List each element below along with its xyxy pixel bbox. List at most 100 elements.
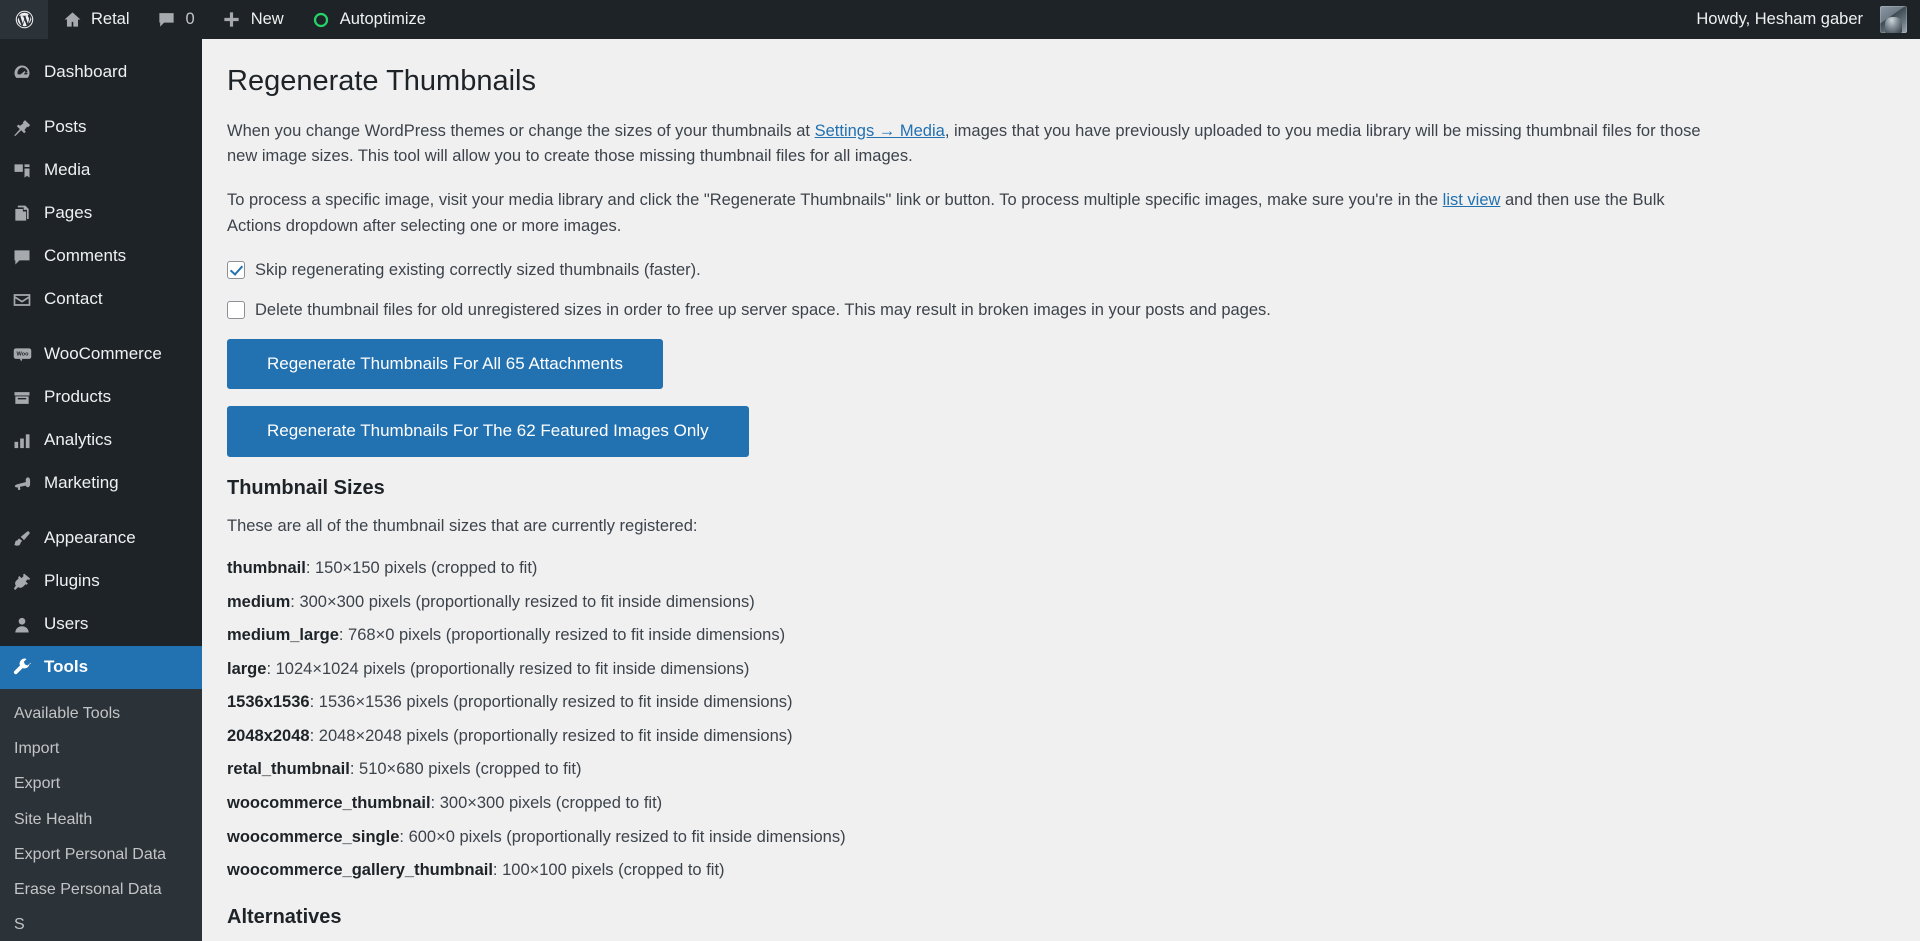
list-item: retal_thumbnail: 510×680 pixels (cropped… — [227, 760, 582, 779]
wordpress-logo-icon — [13, 9, 35, 31]
submenu-item-partial[interactable]: S — [0, 907, 202, 941]
skip-existing-label[interactable]: Skip regenerating existing correctly siz… — [255, 258, 701, 284]
size-desc: 300×300 pixels (cropped to fit) — [439, 794, 663, 813]
size-desc: 600×0 pixels (proportionally resized to … — [408, 827, 846, 846]
howdy-label: Howdy, Hesham gaber — [1696, 10, 1863, 28]
size-name: woocommerce_single — [227, 827, 400, 846]
sidebar-item-label: Comments — [44, 246, 127, 266]
sidebar-item-label: Tools — [44, 657, 89, 677]
skip-existing-checkbox[interactable] — [227, 260, 245, 279]
submenu-item-available-tools[interactable]: Available Tools — [0, 696, 202, 731]
delete-old-sizes-checkbox[interactable] — [227, 301, 245, 320]
comment-bubble-icon — [156, 9, 178, 31]
settings-media-link[interactable]: Settings → Media — [815, 122, 945, 140]
sidebar-item-analytics[interactable]: Analytics — [0, 419, 202, 462]
my-account-menu[interactable]: Howdy, Hesham gaber — [1683, 0, 1920, 39]
size-name: 2048x2048 — [227, 726, 310, 745]
sidebar-item-label: WooCommerce — [44, 344, 162, 364]
thumbnail-sizes-intro: These are all of the thumbnail sizes tha… — [227, 516, 698, 535]
user-icon — [11, 614, 33, 636]
submenu-item-erase-personal-data[interactable]: Erase Personal Data — [0, 872, 202, 907]
sidebar-item-dashboard[interactable]: Dashboard — [0, 51, 202, 94]
sidebar-item-label: Pages — [44, 203, 93, 223]
autoptimize-menu[interactable]: Autoptimize — [297, 0, 439, 39]
new-content-menu[interactable]: New — [208, 0, 297, 39]
sidebar-item-tools[interactable]: Tools — [0, 646, 202, 689]
tools-submenu: Available Tools Import Export Site Healt… — [0, 689, 202, 941]
submenu-item-export-personal-data[interactable]: Export Personal Data — [0, 837, 202, 872]
paintbrush-icon — [11, 528, 33, 550]
wordpress-logo-menu[interactable] — [0, 0, 48, 39]
list-item: medium_large: 768×0 pixels (proportional… — [227, 626, 786, 645]
admin-bar-right: Howdy, Hesham gaber — [1683, 0, 1920, 39]
media-icon — [11, 160, 33, 182]
list-item: woocommerce_thumbnail: 300×300 pixels (c… — [227, 794, 663, 813]
sidebar-item-label: Products — [44, 387, 112, 407]
pin-icon — [11, 117, 33, 139]
home-icon — [61, 9, 83, 31]
alternatives-heading: Alternatives — [227, 905, 342, 928]
dashboard-icon — [11, 62, 33, 84]
autoptimize-label: Autoptimize — [339, 10, 426, 28]
intro-paragraph-2: To process a specific image, visit your … — [227, 188, 1717, 239]
sidebar-item-woocommerce[interactable]: Woo WooCommerce — [0, 333, 202, 376]
sidebar-item-label: Dashboard — [44, 62, 128, 82]
size-desc: 768×0 pixels (proportionally resized to … — [348, 626, 786, 645]
chart-bars-icon — [11, 430, 33, 452]
menu-spacer — [0, 39, 202, 51]
thumbnail-sizes-heading: Thumbnail Sizes — [227, 476, 385, 499]
sidebar-item-label: Users — [44, 614, 89, 634]
comments-count: 0 — [185, 10, 195, 28]
sidebar-item-comments[interactable]: Comments — [0, 235, 202, 278]
size-desc: 100×100 pixels (cropped to fit) — [502, 861, 725, 880]
intro-p1-text-before: When you change WordPress themes or chan… — [227, 121, 815, 140]
size-desc: 300×300 pixels (proportionally resized t… — [299, 592, 755, 611]
size-name: woocommerce_gallery_thumbnail — [227, 861, 493, 880]
sidebar-item-users[interactable]: Users — [0, 603, 202, 646]
admin-sidebar-menu: Dashboard Posts Media Pages Comments Con… — [0, 39, 202, 941]
pages-icon — [11, 203, 33, 225]
sidebar-item-pages[interactable]: Pages — [0, 192, 202, 235]
sidebar-item-appearance[interactable]: Appearance — [0, 517, 202, 560]
sidebar-item-posts[interactable]: Posts — [0, 106, 202, 149]
size-name: medium — [227, 592, 291, 611]
list-item: woocommerce_single: 600×0 pixels (propor… — [227, 827, 846, 846]
sidebar-item-contact[interactable]: Contact — [0, 278, 202, 321]
envelope-icon — [11, 289, 33, 311]
submenu-item-site-health[interactable]: Site Health — [0, 802, 202, 837]
sidebar-item-label: Media — [44, 160, 91, 180]
site-name-menu[interactable]: Retal — [48, 0, 143, 39]
size-desc: 1024×1024 pixels (proportionally resized… — [275, 659, 750, 678]
regenerate-featured-images-button[interactable]: Regenerate Thumbnails For The 62 Feature… — [227, 406, 749, 457]
sidebar-item-products[interactable]: Products — [0, 376, 202, 419]
delete-old-sizes-label[interactable]: Delete thumbnail files for old unregiste… — [255, 298, 1271, 324]
sidebar-item-label: Plugins — [44, 571, 100, 591]
admin-bar: Retal 0 New Autoptimize Howdy, Hesham ga… — [0, 0, 1920, 39]
submenu-item-export[interactable]: Export — [0, 766, 202, 801]
size-name: 1536x1536 — [227, 693, 310, 712]
comments-bubble[interactable]: 0 — [143, 0, 208, 39]
sidebar-item-marketing[interactable]: Marketing — [0, 462, 202, 505]
comments-icon — [11, 246, 33, 268]
skip-existing-checkbox-row[interactable]: Skip regenerating existing correctly siz… — [227, 258, 1900, 284]
list-item: 1536x1536: 1536×1536 pixels (proportiona… — [227, 693, 793, 712]
size-desc: 150×150 pixels (cropped to fit) — [315, 559, 538, 578]
admin-bar-left: Retal 0 New Autoptimize — [0, 0, 439, 39]
sidebar-item-plugins[interactable]: Plugins — [0, 560, 202, 603]
site-name-label: Retal — [91, 10, 130, 28]
sidebar-item-label: Appearance — [44, 528, 136, 548]
page-title: Regenerate Thumbnails — [227, 65, 536, 97]
sidebar-item-media[interactable]: Media — [0, 149, 202, 192]
regenerate-all-attachments-button[interactable]: Regenerate Thumbnails For All 65 Attachm… — [227, 338, 663, 390]
intro-paragraph-1: When you change WordPress themes or chan… — [227, 119, 1717, 170]
delete-old-sizes-checkbox-row[interactable]: Delete thumbnail files for old unregiste… — [227, 298, 1900, 324]
autoptimize-circle-icon — [310, 9, 332, 31]
new-label: New — [250, 10, 284, 28]
plug-icon — [11, 571, 33, 593]
submenu-item-import[interactable]: Import — [0, 731, 202, 766]
menu-spacer — [0, 505, 202, 517]
size-name: large — [227, 659, 267, 678]
list-view-link[interactable]: list view — [1443, 191, 1501, 209]
woocommerce-icon: Woo — [11, 344, 33, 366]
size-desc: 1536×1536 pixels (proportionally resized… — [318, 693, 793, 712]
